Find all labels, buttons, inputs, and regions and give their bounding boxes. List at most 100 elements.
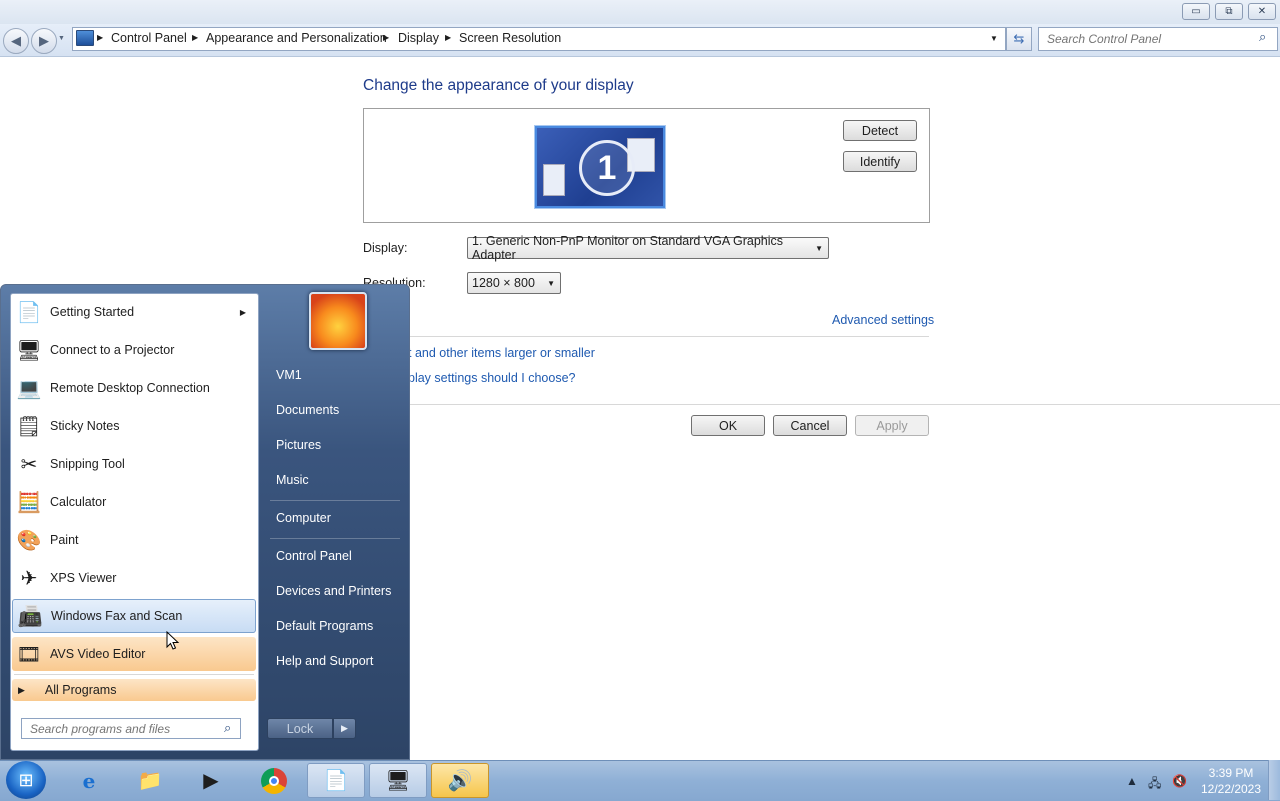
identify-button[interactable]: Identify [843,151,917,172]
monitor-1-icon[interactable]: 1 [535,126,665,208]
chevron-right-icon: ▶ [341,723,348,733]
program-xps-viewer[interactable]: ✈ XPS Viewer [12,561,256,595]
program-label: XPS Viewer [50,571,117,585]
close-button[interactable]: ✕ [1248,3,1276,20]
start-link-music[interactable]: Music [268,466,404,494]
back-arrow-icon: ◀ [11,33,21,48]
search-icon[interactable]: ⌕ [1259,29,1266,45]
page-heading: Change the appearance of your display [363,77,634,94]
cancel-button[interactable]: Cancel [773,415,847,436]
chevron-down-icon: ▼ [815,244,823,253]
breadcrumb-display[interactable]: Display [398,31,439,45]
program-label: Paint [50,533,79,547]
search-control-panel-input[interactable] [1045,31,1249,47]
program-label: Getting Started [50,305,135,319]
chrome-icon [261,767,287,794]
breadcrumb-screen-resolution[interactable]: Screen Resolution [459,31,561,45]
show-desktop-button[interactable] [1268,760,1280,800]
start-button[interactable]: ⊞ [6,761,46,799]
lock-button[interactable]: Lock [267,718,333,739]
avs-video-editor-icon: 🎞 [16,643,42,666]
monitor-number: 1 [579,140,635,196]
submenu-arrow-icon[interactable]: ▶ [240,308,246,317]
display-select[interactable]: 1. Generic Non-PnP Monitor on Standard V… [467,234,829,262]
start-link-pictures[interactable]: Pictures [268,431,404,459]
program-getting-started[interactable]: 📄 Getting Started ▶ [12,295,256,329]
taskbar-media-player[interactable]: ▶ [182,763,240,798]
remote-desktop-icon: 💻 [16,377,42,400]
refresh-icon: ⇆ [1013,31,1025,46]
resolution-select[interactable]: 1280 × 800 ▼ [467,272,561,294]
all-programs-button[interactable]: ▶ All Programs [12,679,256,701]
start-search-input[interactable] [28,721,222,737]
advanced-settings-link[interactable]: Advanced settings [832,313,934,327]
which-display-settings-link[interactable]: play settings should I choose? [408,371,575,385]
speaker-icon: 🔊 [447,770,473,792]
breadcrumb-arrow-icon[interactable]: ▶ [383,33,389,42]
resolution-select-value: 1280 × 800 [472,276,535,290]
taskbar-control-panel[interactable]: 🖥 [369,763,427,798]
start-link-documents[interactable]: Documents [268,396,404,424]
program-remote-desktop[interactable]: 💻 Remote Desktop Connection [12,371,256,405]
program-avs-video-editor[interactable]: 🎞 AVS Video Editor [12,637,256,671]
paint-icon: 🎨 [16,529,42,552]
start-link-devices-and-printers[interactable]: Devices and Printers [268,577,404,605]
taskbar-getting-started[interactable]: 📄 [307,763,365,798]
internet-explorer-icon: e [82,768,96,793]
breadcrumb-appearance[interactable]: Appearance and Personalization [206,31,387,45]
breadcrumb-control-panel[interactable]: Control Panel [111,31,187,45]
control-panel-icon [76,30,94,46]
taskbar-windows-explorer[interactable]: 📁 [121,763,179,798]
refresh-button[interactable]: ⇆ [1006,27,1032,51]
clock[interactable]: 3:39 PM 12/22/2023 [1196,765,1266,797]
forward-button[interactable]: ▶ [31,28,57,54]
start-link-control-panel[interactable]: Control Panel [268,542,404,570]
program-connect-to-projector[interactable]: 🖥 Connect to a Projector [12,333,256,367]
display-label: Display: [363,241,408,255]
search-icon[interactable]: ⌕ [224,720,231,736]
minimize-button[interactable]: ▭ [1182,3,1210,20]
program-label: Sticky Notes [50,419,120,433]
display-select-value: 1. Generic Non-PnP Monitor on Standard V… [472,234,784,262]
address-dropdown-icon[interactable]: ▼ [990,34,998,43]
program-snipping-tool[interactable]: ✂ Snipping Tool [12,447,256,481]
fax-scan-icon: 📠 [17,605,43,628]
program-windows-fax-and-scan[interactable]: 📠 Windows Fax and Scan [12,599,256,633]
minimize-icon: ▭ [1191,6,1201,17]
getting-started-icon: 📄 [16,301,42,324]
taskbar-sound[interactable]: 🔊 [431,763,489,798]
start-search-field[interactable] [21,718,241,739]
breadcrumb-arrow-icon[interactable]: ▶ [97,33,103,42]
apply-button[interactable]: Apply [855,415,929,436]
detect-button[interactable]: Detect [843,120,917,141]
document-icon: 📄 [323,770,349,792]
breadcrumb-arrow-icon[interactable]: ▶ [445,33,451,42]
search-control-panel-field[interactable] [1038,27,1278,51]
program-paint[interactable]: 🎨 Paint [12,523,256,557]
network-icon[interactable]: 🖧 [1148,774,1161,795]
breadcrumb-arrow-icon[interactable]: ▶ [192,33,198,42]
start-link-help-and-support[interactable]: Help and Support [268,647,404,675]
program-label: Windows Fax and Scan [51,609,183,623]
start-link-default-programs[interactable]: Default Programs [268,612,404,640]
show-hidden-icons-button[interactable]: ▲ [1126,774,1138,788]
divider [363,336,929,337]
taskbar-internet-explorer[interactable]: e [60,763,118,798]
recent-pages-dropdown-icon[interactable]: ▼ [58,35,65,42]
start-link-computer[interactable]: Computer [268,504,404,532]
start-link-vm1[interactable]: VM1 [268,361,404,389]
user-account-picture[interactable] [309,292,367,350]
program-sticky-notes[interactable]: 🗒 Sticky Notes [12,409,256,443]
volume-muted-icon[interactable]: 🔇 [1172,774,1187,788]
ok-button[interactable]: OK [691,415,765,436]
shutdown-options-button[interactable]: ▶ [333,718,356,739]
make-text-larger-link[interactable]: t and other items larger or smaller [408,346,595,360]
program-calculator[interactable]: 🧮 Calculator [12,485,256,519]
restore-button[interactable]: ⧉ [1215,3,1243,20]
restore-icon: ⧉ [1225,6,1233,17]
back-button[interactable]: ◀ [3,28,29,54]
taskbar-chrome[interactable] [245,763,303,798]
control-panel-icon: 🖥 [385,770,411,792]
program-label: Calculator [50,495,107,509]
divider [270,500,400,501]
